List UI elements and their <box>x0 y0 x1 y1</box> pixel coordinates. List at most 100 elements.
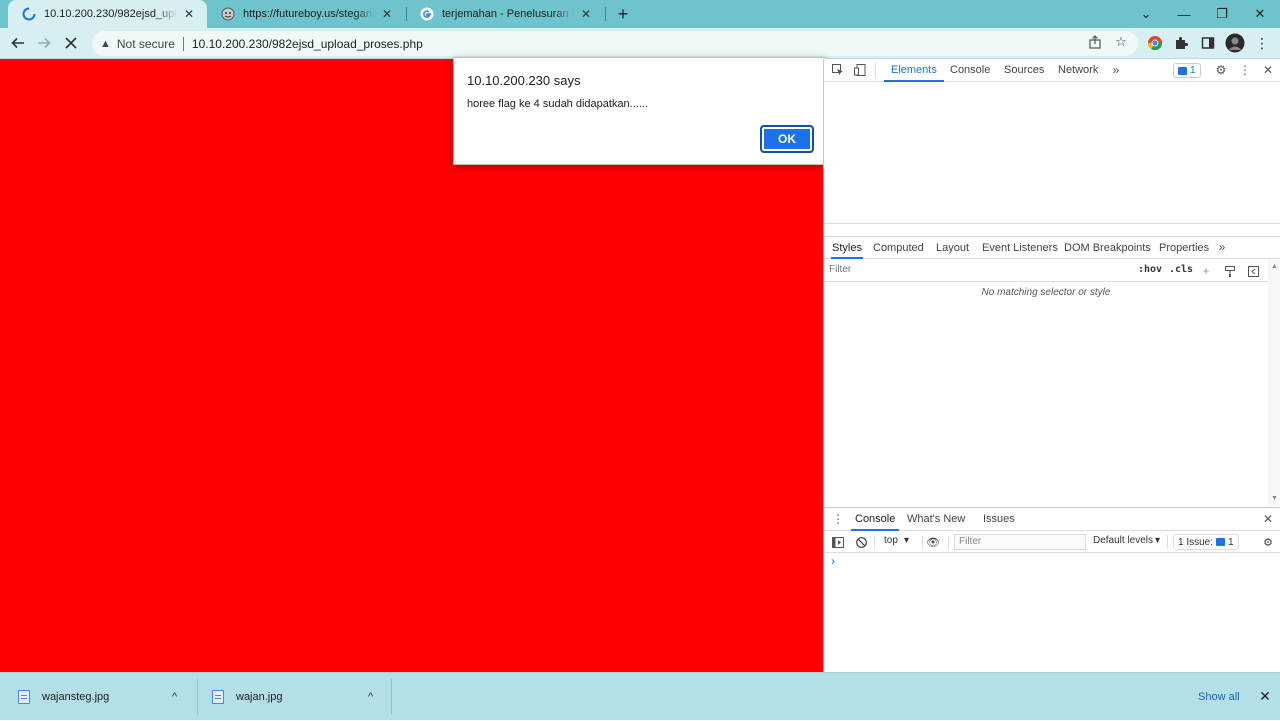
download-shelf: wajansteg.jpg ^ wajan.jpg ^ Show all ✕ <box>0 672 1280 720</box>
tab-active[interactable]: 10.10.200.230/982ejsd_upload_proses.php … <box>8 0 207 28</box>
show-all-downloads-button[interactable]: Show all <box>1190 686 1248 708</box>
extensions-puzzle-icon[interactable] <box>1171 33 1191 53</box>
message-flag-icon <box>1178 66 1187 75</box>
drawer-menu-icon[interactable]: ⋮ <box>830 511 846 527</box>
share-icon[interactable] <box>1086 33 1104 51</box>
drawer-tab-console[interactable]: Console <box>851 508 900 531</box>
paint-roller-icon[interactable] <box>1222 263 1238 279</box>
close-window-button[interactable]: ✕ <box>1241 0 1279 28</box>
download-filename: wajan.jpg <box>236 691 283 703</box>
more-panes-chevron-icon[interactable]: » <box>1214 239 1230 255</box>
issues-label: 1 Issue: <box>1178 536 1214 548</box>
minimize-button[interactable]: — <box>1165 0 1203 28</box>
tab-search-icon[interactable]: ⌄ <box>1127 0 1165 28</box>
scroll-down-arrow-icon[interactable]: ▼ <box>1271 495 1278 502</box>
security-label[interactable]: Not secure <box>117 37 175 51</box>
download-item[interactable]: wajan.jpg ^ <box>212 673 392 721</box>
tab-strip: 10.10.200.230/982ejsd_upload_proses.php … <box>0 0 1280 28</box>
tab-console[interactable]: Console <box>950 59 990 82</box>
file-icon <box>18 690 30 704</box>
toolbar-divider <box>922 535 923 549</box>
context-dropdown-caret-icon[interactable]: ▾ <box>904 535 909 546</box>
tab-futureboy[interactable]: https://futureboy.us/stegano/decinput.ht… <box>207 0 405 28</box>
devtools-menu-icon[interactable]: ⋮ <box>1237 62 1253 78</box>
styles-filter-input[interactable]: Filter <box>829 264 851 275</box>
tab-elements[interactable]: Elements <box>884 59 944 82</box>
tab-event-listeners[interactable]: Event Listeners <box>982 237 1058 259</box>
tab-computed[interactable]: Computed <box>873 237 924 259</box>
console-settings-gear-icon[interactable]: ⚙ <box>1260 534 1276 550</box>
console-filter-input[interactable]: Filter <box>954 534 1086 550</box>
cls-toggle[interactable]: .cls <box>1169 264 1193 275</box>
live-expression-eye-icon[interactable]: 👁 <box>925 534 941 550</box>
more-tabs-chevron-icon[interactable]: » <box>1108 62 1124 78</box>
chevron-up-icon[interactable]: ^ <box>368 691 373 703</box>
devtools-main-tabbar: Elements Console Sources Network » 1 ⚙ ⋮… <box>824 59 1280 82</box>
menu-kebab-icon[interactable]: ⋮ <box>1252 33 1272 53</box>
context-selector[interactable]: top <box>884 535 898 546</box>
tab-close-icon[interactable]: ✕ <box>379 6 395 22</box>
scroll-up-arrow-icon[interactable]: ▲ <box>1271 263 1278 270</box>
device-toolbar-icon[interactable] <box>852 62 868 78</box>
browser-toolbar: ▲ Not secure 10.10.200.230/982ejsd_uploa… <box>0 28 1280 59</box>
chevron-up-icon[interactable]: ^ <box>172 691 177 703</box>
tab-sources[interactable]: Sources <box>1004 59 1044 82</box>
download-item[interactable]: wajansteg.jpg ^ <box>18 673 198 721</box>
new-style-rule-icon[interactable]: + <box>1198 263 1214 279</box>
issues-badge-count: 1 <box>1190 65 1196 76</box>
tab-properties[interactable]: Properties <box>1159 237 1209 259</box>
hov-toggle[interactable]: :hov <box>1138 264 1162 275</box>
dialog-message: horee flag ke 4 sudah didapatkan...... <box>467 98 649 110</box>
tab-title: https://futureboy.us/stegano/decinput.ht… <box>243 8 375 20</box>
futureboy-favicon-icon <box>221 7 235 21</box>
url-text[interactable]: 10.10.200.230/982ejsd_upload_proses.php <box>192 37 423 51</box>
tab-google[interactable]: terjemahan - Penelusuran Google ✕ <box>406 0 604 28</box>
styles-filter-row: Filter :hov .cls + <box>824 260 1268 282</box>
close-devtools-icon[interactable]: ✕ <box>1260 62 1276 78</box>
toolbar-divider <box>948 535 949 549</box>
close-shelf-icon[interactable]: ✕ <box>1256 687 1274 705</box>
clear-console-icon[interactable] <box>853 534 869 550</box>
forward-button[interactable] <box>32 31 56 55</box>
tab-close-icon[interactable]: ✕ <box>181 6 197 22</box>
tab-title: terjemahan - Penelusuran Google <box>442 8 574 20</box>
styles-tabbar: Styles Computed Layout Event Listeners D… <box>824 236 1280 259</box>
toolbar-divider <box>874 535 875 549</box>
show-sidebar-icon[interactable] <box>830 534 846 550</box>
toggle-sidebar-icon[interactable] <box>1245 263 1261 279</box>
bookmark-star-icon[interactable]: ☆ <box>1112 33 1130 51</box>
chrome-extension-icon[interactable] <box>1145 33 1165 53</box>
issues-badge[interactable]: 1 <box>1173 63 1201 78</box>
stop-loading-button[interactable] <box>59 31 83 55</box>
address-bar[interactable]: ▲ Not secure 10.10.200.230/982ejsd_uploa… <box>92 31 1138 56</box>
console-issues-pill[interactable]: 1 Issue: 1 <box>1173 534 1239 550</box>
dialog-title: 10.10.200.230 says <box>467 73 581 88</box>
warning-triangle-icon[interactable]: ▲ <box>100 38 111 50</box>
styles-scrollbar[interactable]: ▲ ▼ <box>1268 260 1280 506</box>
close-drawer-icon[interactable]: ✕ <box>1260 511 1276 527</box>
inspect-element-icon[interactable] <box>830 62 846 78</box>
levels-caret-icon[interactable]: ▾ <box>1155 535 1160 546</box>
back-button[interactable] <box>6 31 30 55</box>
settings-gear-icon[interactable]: ⚙ <box>1213 62 1229 78</box>
loading-spinner-icon <box>22 7 36 21</box>
maximize-button[interactable]: ❐ <box>1203 0 1241 28</box>
tab-network[interactable]: Network <box>1058 59 1098 82</box>
tab-styles[interactable]: Styles <box>831 237 863 259</box>
drawer-tab-issues[interactable]: Issues <box>983 508 1015 531</box>
log-levels-dropdown[interactable]: Default levels <box>1093 535 1153 546</box>
profile-avatar-icon[interactable] <box>1225 33 1245 53</box>
ok-button[interactable]: OK <box>760 125 814 153</box>
new-tab-button[interactable]: + <box>612 3 634 25</box>
side-panel-icon[interactable] <box>1198 33 1218 53</box>
toolbar-divider <box>875 63 876 78</box>
drawer-tab-whats-new[interactable]: What's New <box>907 508 965 531</box>
no-matching-style-text: No matching selector or style <box>981 287 1111 298</box>
alert-dialog: 10.10.200.230 says horee flag ke 4 sudah… <box>453 57 826 165</box>
tab-close-icon[interactable]: ✕ <box>578 6 594 22</box>
console-prompt[interactable]: › <box>831 554 835 568</box>
message-flag-icon <box>1216 538 1226 546</box>
tab-layout[interactable]: Layout <box>936 237 969 259</box>
tab-dom-breakpoints[interactable]: DOM Breakpoints <box>1064 237 1151 259</box>
elements-tree[interactable] <box>824 82 1280 224</box>
